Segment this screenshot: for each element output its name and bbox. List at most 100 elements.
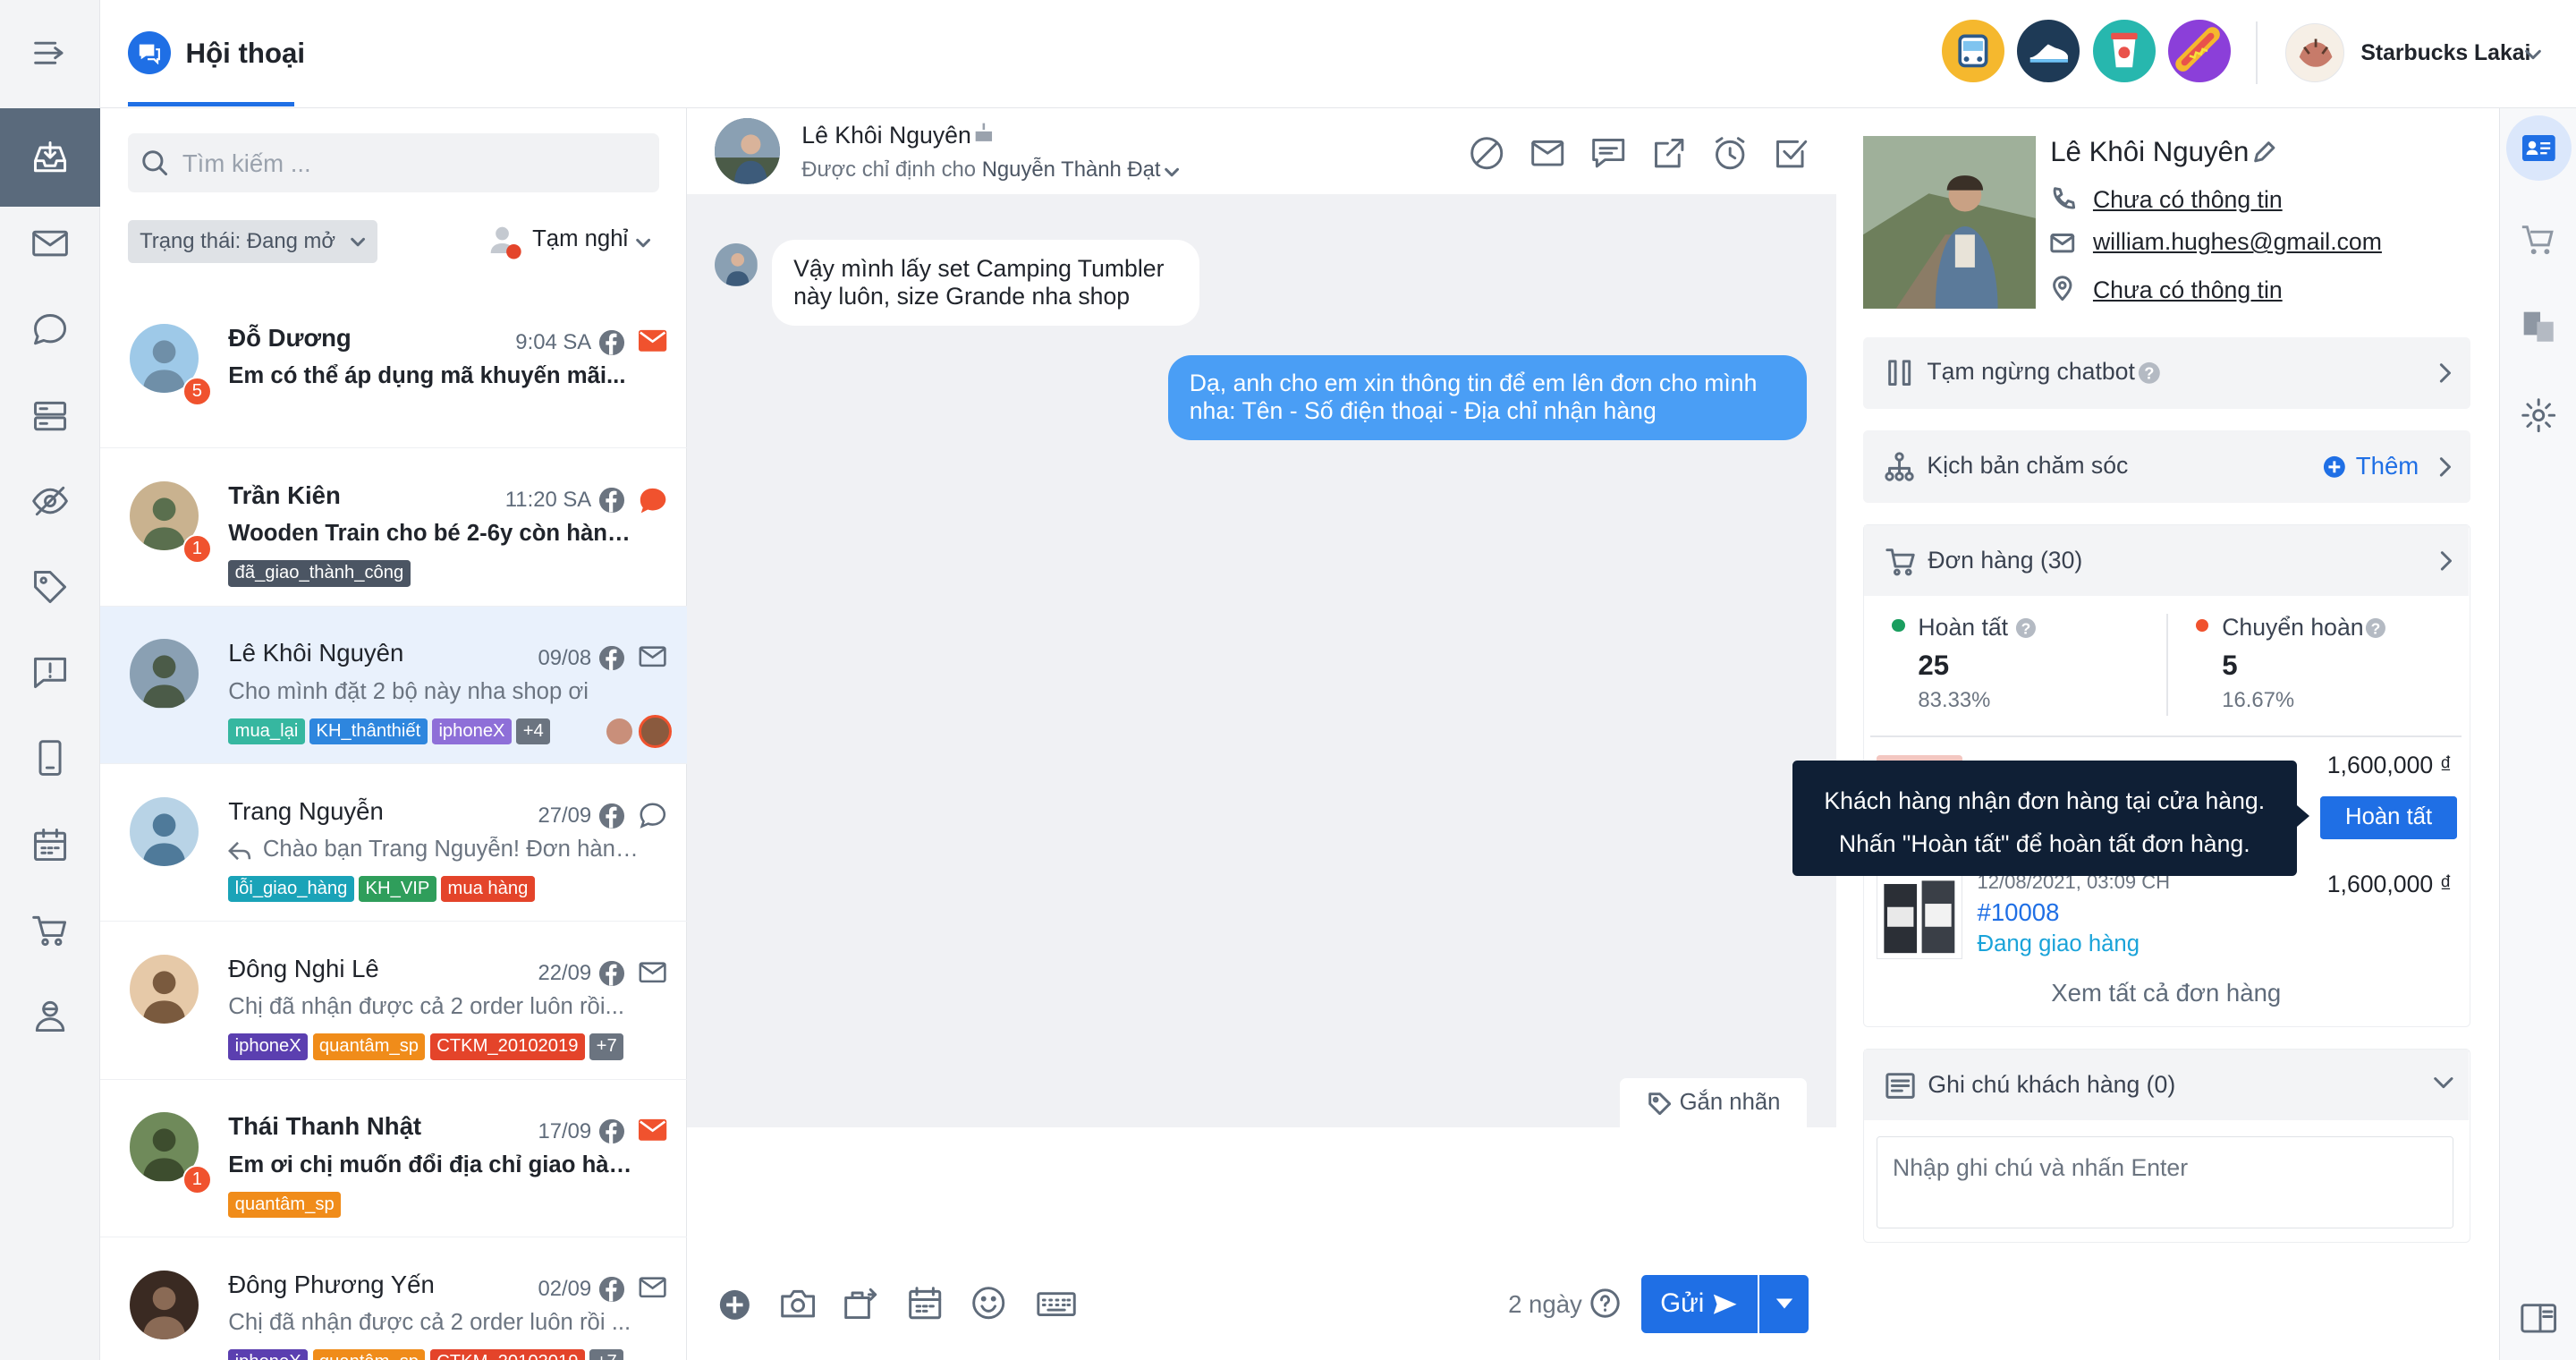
tag[interactable]: iphoneX bbox=[432, 718, 512, 744]
agent-status-label[interactable]: Tạm nghỉ bbox=[532, 226, 628, 252]
add-icon[interactable] bbox=[718, 1288, 751, 1322]
chevron-down-icon bbox=[350, 237, 365, 247]
account-avatar[interactable] bbox=[2284, 22, 2344, 82]
tag[interactable]: quantâm_sp bbox=[312, 1033, 426, 1060]
view-all-orders-link[interactable]: Xem tất cả đơn hàng bbox=[1864, 979, 2469, 1007]
product-icon[interactable] bbox=[843, 1283, 880, 1321]
mail-icon[interactable] bbox=[1530, 135, 1565, 171]
app-icon-cup[interactable] bbox=[2092, 20, 2156, 82]
tag[interactable]: CTKM_20102019 bbox=[429, 1348, 585, 1360]
tag[interactable]: iphoneX bbox=[228, 1348, 309, 1360]
comment-icon[interactable] bbox=[1590, 135, 1626, 171]
conversation-item[interactable]: Trang Nguyễn 27/09 Chào bạn Trang Nguyễn! … bbox=[100, 764, 687, 922]
menu-collapse-icon[interactable] bbox=[0, 10, 100, 96]
tag-list: đã_giao_thành_công bbox=[228, 560, 415, 587]
mail-icon[interactable] bbox=[0, 200, 100, 286]
reply-icon bbox=[228, 842, 251, 861]
conversation-item[interactable]: Đông Nghi Lê 22/09 Chị đã nhận được cả 2 o… bbox=[100, 922, 687, 1080]
care-script-row[interactable]: Kịch bản chăm sóc Thêm bbox=[1862, 430, 2471, 504]
complete-order-button[interactable]: Hoàn tất bbox=[2320, 795, 2457, 839]
app-icon-bus[interactable] bbox=[1941, 20, 2004, 82]
assignment-info[interactable]: Được chỉ định cho Nguyễn Thành Đạt bbox=[801, 157, 1160, 183]
tab-conversations[interactable]: Hội thoại bbox=[186, 38, 306, 70]
conversation-item[interactable]: Đông Phương Yến 02/09 Chị đã nhận được cả … bbox=[100, 1237, 687, 1360]
tag[interactable]: quantâm_sp bbox=[312, 1348, 426, 1360]
conversation-item[interactable]: 5 Đỗ Dương 9:04 SA Em có thể áp dụng mã khu… bbox=[100, 291, 687, 449]
server-icon[interactable] bbox=[0, 373, 100, 459]
contact-card-icon[interactable] bbox=[2505, 115, 2572, 182]
tag[interactable]: +7 bbox=[589, 1033, 624, 1060]
gear-icon[interactable] bbox=[2521, 397, 2556, 433]
calendar-icon[interactable] bbox=[907, 1285, 943, 1321]
mail-icon bbox=[640, 1277, 667, 1298]
done-percent: 83.33% bbox=[1918, 687, 1991, 712]
customer-phone[interactable]: Chưa có thông tin bbox=[2093, 186, 2283, 214]
status-filter-dropdown[interactable]: Trạng thái: Đang mở bbox=[128, 220, 378, 263]
help-icon[interactable] bbox=[1590, 1288, 1620, 1318]
mobile-icon[interactable] bbox=[0, 715, 100, 801]
conversation-item[interactable]: 1 Trần Kiên 11:20 SA Wooden Train cho bé 2-… bbox=[100, 448, 687, 607]
pause-chatbot-row[interactable]: Tạm ngừng chatbot ? bbox=[1862, 336, 2471, 410]
send-options-button[interactable] bbox=[1759, 1275, 1809, 1333]
send-icon bbox=[1714, 1294, 1738, 1314]
tag[interactable]: KH_thânthiết bbox=[309, 718, 428, 744]
keyboard-icon[interactable] bbox=[1037, 1290, 1076, 1320]
chevron-down-icon[interactable] bbox=[1163, 163, 1181, 181]
inbox-icon[interactable] bbox=[0, 108, 101, 208]
conversation-item[interactable]: 1 Thái Thanh Nhật 17/09 Em ơi chị muốn đổi … bbox=[100, 1080, 687, 1237]
orders-header[interactable]: Đơn hàng (30) bbox=[1863, 524, 2469, 596]
tag-icon[interactable] bbox=[0, 544, 100, 630]
account-name[interactable]: Starbucks Lakai bbox=[2360, 41, 2530, 66]
customer-email[interactable]: william.hughes@gmail.com bbox=[2093, 228, 2382, 256]
label-button[interactable]: Gắn nhãn bbox=[1619, 1077, 1808, 1127]
send-button[interactable]: Gửi bbox=[1640, 1275, 1758, 1333]
alarm-icon[interactable] bbox=[1712, 135, 1748, 171]
app-icon-hotdog[interactable] bbox=[2168, 20, 2232, 82]
eye-off-icon[interactable] bbox=[0, 458, 100, 544]
tag[interactable]: quantâm_sp bbox=[228, 1191, 342, 1218]
chevron-down-icon[interactable] bbox=[634, 234, 652, 251]
conversation-item[interactable]: Lê Khôi Nguyên 09/08 Cho mình đặt 2 bộ này… bbox=[100, 606, 687, 765]
add-icon[interactable] bbox=[2323, 455, 2346, 479]
tag[interactable]: +4 bbox=[516, 718, 551, 744]
help-icon[interactable]: ? bbox=[2365, 617, 2386, 639]
camera-icon[interactable] bbox=[779, 1285, 817, 1322]
external-link-icon[interactable] bbox=[1651, 135, 1687, 171]
search-input[interactable]: Tìm kiếm ... bbox=[128, 132, 659, 192]
notes-header[interactable]: Ghi chú khách hàng (0) bbox=[1863, 1049, 2469, 1120]
tag[interactable]: iphoneX bbox=[228, 1033, 309, 1060]
help-icon[interactable]: ? bbox=[2138, 361, 2161, 385]
calendar-icon[interactable] bbox=[0, 802, 100, 888]
tag[interactable]: mua hàng bbox=[441, 875, 535, 903]
cart-icon[interactable] bbox=[0, 888, 100, 973]
customer-address[interactable]: Chưa có thông tin bbox=[2093, 276, 2283, 304]
block-icon[interactable] bbox=[1469, 135, 1504, 171]
agent-icon[interactable] bbox=[0, 973, 100, 1058]
tooltip-line-1: Khách hàng nhận đơn hàng tại cửa hàng. bbox=[1824, 787, 2266, 815]
tag[interactable]: lỗi_giao_hàng bbox=[228, 875, 354, 903]
add-care-script-button[interactable]: Thêm bbox=[2356, 452, 2419, 480]
help-icon[interactable]: ? bbox=[2015, 617, 2037, 639]
chat-icon[interactable] bbox=[0, 287, 100, 373]
document-icon[interactable] bbox=[2521, 309, 2556, 344]
tag[interactable]: đã_giao_thành_công bbox=[228, 560, 411, 587]
panel-toggle-icon[interactable] bbox=[2521, 1302, 2557, 1335]
tag[interactable]: +7 bbox=[589, 1348, 624, 1360]
app-icon-shoe[interactable] bbox=[2017, 20, 2080, 82]
pause-icon bbox=[1887, 360, 1911, 387]
emoji-icon[interactable] bbox=[970, 1285, 1006, 1321]
tag[interactable]: mua_lại bbox=[228, 718, 305, 744]
edit-icon[interactable] bbox=[2252, 140, 2277, 165]
conversation-preview: Em có thể áp dụng mã khuyến mãi... bbox=[228, 362, 626, 388]
chat-icon bbox=[640, 803, 666, 829]
tag[interactable]: CTKM_20102019 bbox=[429, 1033, 585, 1060]
notes-input[interactable]: Nhập ghi chú và nhấn Enter bbox=[1877, 1136, 2454, 1228]
tag[interactable]: KH_VIP bbox=[359, 875, 436, 903]
task-icon[interactable] bbox=[1773, 135, 1809, 171]
chevron-down-icon[interactable] bbox=[2523, 45, 2543, 64]
conversation-preview: Wooden Train cho bé 2-6y còn hàng... bbox=[228, 521, 640, 547]
avatar bbox=[130, 1270, 199, 1339]
cart-icon[interactable] bbox=[2521, 224, 2556, 257]
order-id-link[interactable]: #10008 bbox=[1978, 898, 2060, 927]
report-icon[interactable] bbox=[0, 629, 100, 715]
